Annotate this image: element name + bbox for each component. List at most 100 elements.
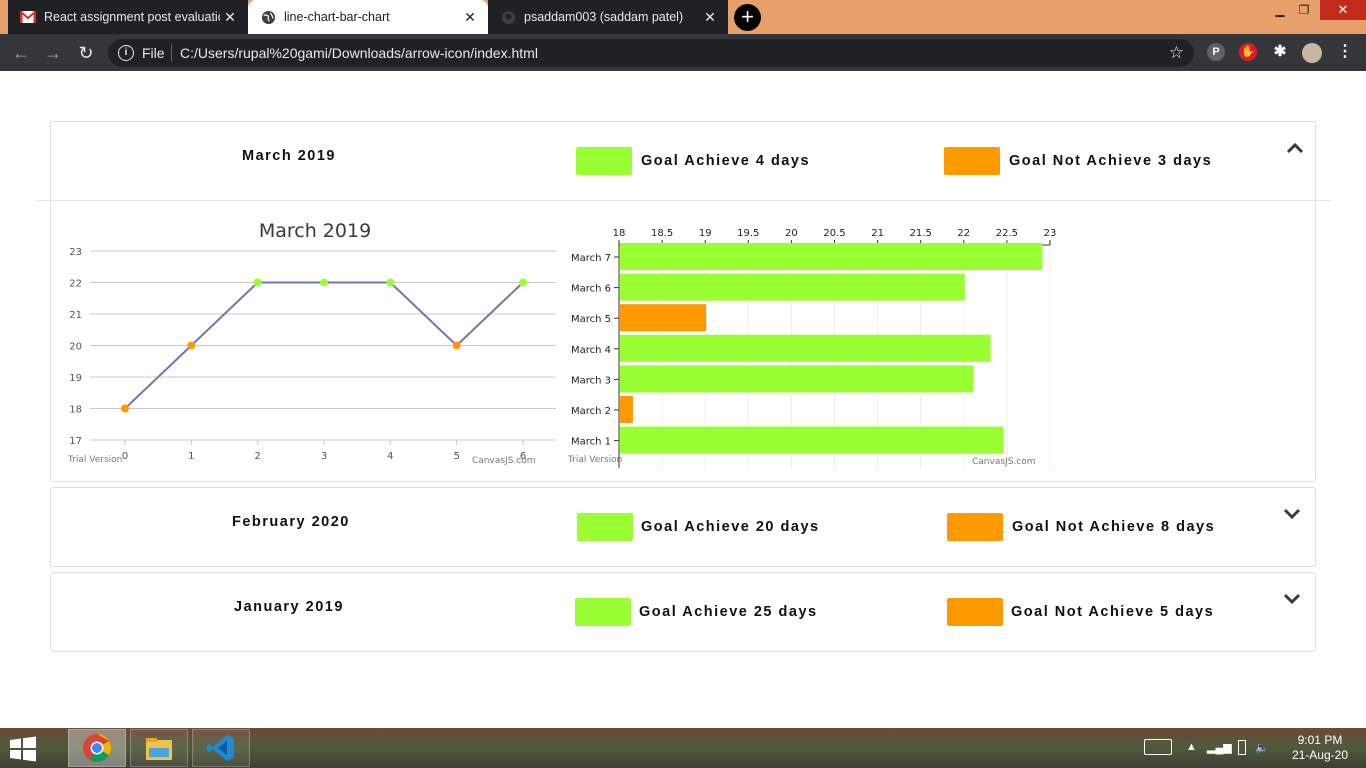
bar <box>620 334 991 362</box>
info-icon[interactable]: i <box>118 45 134 61</box>
not-achieve-label: Goal Not Achieve 8 days <box>1012 519 1216 535</box>
url-text[interactable]: C:/Users/rupal%20gami/Downloads/arrow-ic… <box>180 45 538 61</box>
y-tick-label: March 2 <box>571 406 611 417</box>
achieve-color-swatch <box>577 513 633 541</box>
line-chart: March 2019171819202122230 1 2 3 4 5 6Trial Ver… <box>67 220 556 466</box>
y-tick-label: March 4 <box>571 345 611 356</box>
clock-date: 21-Aug-20 <box>1291 748 1348 762</box>
close-icon[interactable]: ✕ <box>222 9 238 26</box>
scheme-label: File <box>142 45 165 61</box>
battery-icon[interactable] <box>1238 740 1246 755</box>
card-title: January 2019 <box>234 599 344 615</box>
adblock-extension-icon[interactable]: ✋ <box>1239 43 1257 61</box>
profile-avatar[interactable] <box>1302 43 1322 63</box>
data-point <box>386 278 395 287</box>
chevron-down-icon[interactable] <box>1281 590 1303 606</box>
x-tick-label: 3 <box>321 451 327 462</box>
bookmark-star-icon[interactable]: ☆ <box>1169 43 1184 63</box>
y-tick-label: 19 <box>69 373 82 384</box>
x-tick-label: 2 <box>254 451 260 462</box>
page-content: March 2019 Goal Achieve 4 days Goal Not … <box>0 71 1366 728</box>
y-tick-label: March 5 <box>571 314 611 325</box>
network-icon[interactable]: ▂▄▆ <box>1207 741 1232 754</box>
reload-icon[interactable]: ↻ <box>75 42 97 64</box>
chrome-icon <box>83 734 111 762</box>
keyboard-icon[interactable] <box>1144 739 1172 755</box>
not-achieve-color-swatch <box>944 147 1000 175</box>
close-icon[interactable]: ✕ <box>702 9 718 26</box>
extensions-puzzle-icon[interactable]: ✱ <box>1271 43 1289 61</box>
minimize-icon[interactable]: ▁ <box>1268 0 1292 20</box>
file-explorer-taskbar-button[interactable] <box>130 729 188 767</box>
achieve-color-swatch <box>576 147 632 175</box>
card-title: February 2020 <box>232 514 350 530</box>
line-chart-title: March 2019 <box>259 220 371 242</box>
y-tick-label: March 7 <box>571 253 611 264</box>
not-achieve-color-swatch <box>947 513 1003 541</box>
y-tick-label: 23 <box>69 247 82 258</box>
watermark-trial: Trial Version <box>567 455 622 465</box>
y-tick-label: March 6 <box>571 284 611 295</box>
bar <box>620 304 707 332</box>
watermark-canvasjs: CanvasJS.com <box>472 456 535 466</box>
address-bar[interactable]: i File C:/Users/rupal%20gami/Downloads/a… <box>108 39 1194 67</box>
watermark-canvasjs: CanvasJS.com <box>972 457 1035 467</box>
data-point <box>519 278 527 287</box>
data-point <box>121 404 129 413</box>
y-tick-label: 17 <box>69 436 82 447</box>
tab-line-chart[interactable]: line-chart-bar-chart ✕ <box>248 0 488 34</box>
data-point <box>320 278 328 287</box>
y-tick-label: 18 <box>69 405 82 416</box>
data-point <box>253 278 262 287</box>
x-tick-label: 20 <box>785 228 798 239</box>
window-close-button[interactable]: ✕ <box>1320 0 1366 20</box>
windows-taskbar: ▲ ▂▄▆ 🔈 9:01 PM 21-Aug-20 <box>0 728 1366 768</box>
x-tick-label: 1 <box>188 451 194 462</box>
chevron-down-icon[interactable] <box>1281 505 1303 521</box>
bar-chart: 18 18.5 19 19.5 20 20.5 21 21.5 22 22.5 23 March 7 M… <box>567 228 1056 468</box>
x-tick-label: 18.5 <box>651 228 673 239</box>
not-achieve-label: Goal Not Achieve 3 days <box>1009 153 1213 169</box>
restore-icon[interactable]: ❐ <box>1292 0 1316 20</box>
x-tick-label: 5 <box>453 451 459 462</box>
month-card-february-2020: February 2020 Goal Achieve 20 days Goal … <box>50 487 1316 567</box>
tab-github[interactable]: psaddam003 (saddam patel) ✕ <box>488 0 728 34</box>
close-icon[interactable]: ✕ <box>462 9 478 26</box>
browser-toolbar: ← → ↻ i File C:/Users/rupal%20gami/Downl… <box>0 34 1366 71</box>
new-tab-button[interactable]: + <box>734 4 761 31</box>
achieve-color-swatch <box>575 598 631 626</box>
file-explorer-icon <box>146 738 172 760</box>
vscode-icon <box>207 735 234 761</box>
data-point <box>187 341 196 350</box>
forward-icon[interactable]: → <box>42 42 64 64</box>
show-hidden-icons[interactable]: ▲ <box>1186 741 1197 753</box>
x-tick-label: 19 <box>699 228 712 239</box>
bar <box>620 273 965 301</box>
globe-icon <box>260 9 276 25</box>
windows-start-icon[interactable] <box>8 736 38 762</box>
not-achieve-color-swatch <box>947 598 1003 626</box>
x-tick-label: 20.5 <box>823 228 845 239</box>
menu-kebab-icon[interactable]: ⋮ <box>1336 43 1354 61</box>
volume-icon[interactable]: 🔈 <box>1255 741 1269 754</box>
data-point <box>452 341 461 350</box>
chrome-taskbar-button[interactable] <box>68 729 126 767</box>
tab-gmail[interactable]: React assignment post evaluation ✕ <box>8 0 248 34</box>
y-tick-label: March 1 <box>571 437 611 448</box>
taskbar-clock[interactable]: 9:01 PM 21-Aug-20 <box>1292 733 1348 763</box>
chevron-up-icon[interactable] <box>1284 140 1306 156</box>
x-tick-label: 19.5 <box>737 228 759 239</box>
vscode-taskbar-button[interactable] <box>192 729 250 767</box>
y-tick-label: 21 <box>69 310 82 321</box>
x-tick-label: 4 <box>387 451 393 462</box>
x-tick-label: 22.5 <box>996 228 1018 239</box>
pinterest-extension-icon[interactable]: P <box>1207 43 1225 61</box>
back-icon[interactable]: ← <box>10 42 32 64</box>
x-tick-label: 18 <box>613 228 626 239</box>
achieve-label: Goal Achieve 25 days <box>639 604 818 620</box>
bar <box>620 396 633 423</box>
tab-title: psaddam003 (saddam patel) <box>524 10 684 24</box>
tab-strip: React assignment post evaluation ✕ line-… <box>0 0 1366 34</box>
watermark-trial: Trial Version <box>67 455 122 465</box>
card-divider <box>36 200 1330 201</box>
